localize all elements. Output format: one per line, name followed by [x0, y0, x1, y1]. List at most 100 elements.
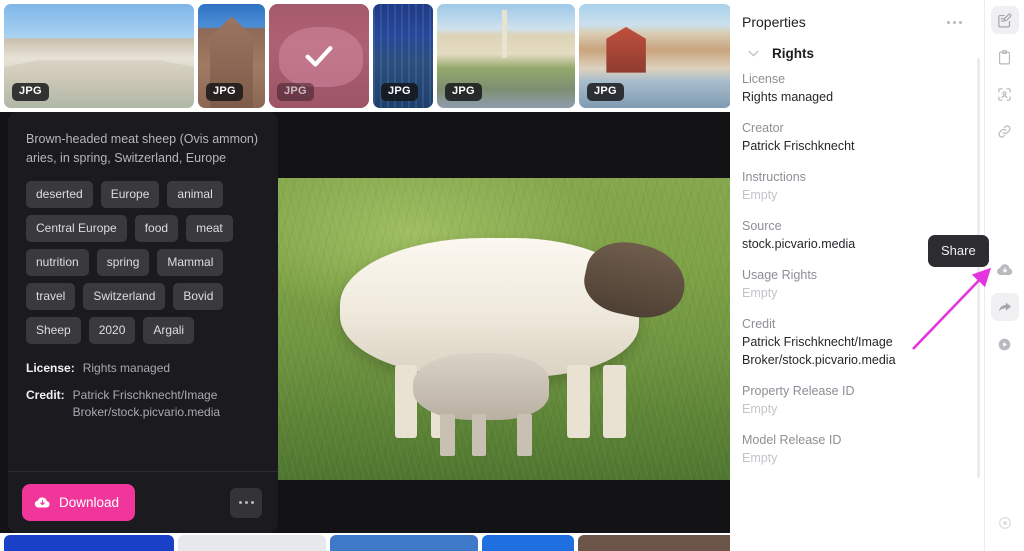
- thumbnail-square-fountain[interactable]: JPG: [4, 4, 194, 108]
- file-type-badge: JPG: [206, 83, 243, 101]
- property-field-value[interactable]: Patrick Frischknecht: [742, 137, 972, 155]
- keyword-tag[interactable]: Argali: [143, 317, 195, 344]
- asset-info-scroll: Brown-headed meat sheep (Ovis ammon) ari…: [8, 112, 278, 471]
- thumbnail-sheep-selected[interactable]: JPG: [269, 4, 369, 108]
- keyword-tag[interactable]: Switzerland: [83, 283, 166, 310]
- bottom-thumb-2[interactable]: [178, 535, 326, 551]
- property-field: Credit Patrick Frischknecht/Image Broker/…: [730, 315, 984, 369]
- ellipsis-icon: [959, 20, 962, 24]
- photo-lamb-leg: [471, 413, 487, 456]
- property-field: Instructions Empty: [730, 168, 984, 204]
- photo-lamb-leg: [440, 413, 455, 456]
- keyword-tag[interactable]: spring: [96, 249, 150, 276]
- property-field: Model Release ID Empty: [730, 431, 984, 467]
- properties-title: Properties: [742, 14, 806, 30]
- asset-info-panel: Brown-headed meat sheep (Ovis ammon) ari…: [8, 112, 278, 533]
- keyword-tag[interactable]: deserted: [26, 181, 93, 208]
- file-type-badge: JPG: [381, 83, 418, 101]
- cloud-download-icon: [996, 264, 1012, 275]
- bottom-thumb-5[interactable]: [578, 535, 730, 551]
- share-arrow-icon-button[interactable]: [990, 293, 1019, 321]
- photo-lamb-leg: [517, 413, 532, 456]
- property-field: Usage Rights Empty: [730, 266, 984, 302]
- share-arrow-icon: [998, 302, 1011, 312]
- ellipsis-icon: [244, 501, 248, 504]
- credit-row: Credit: Patrick Frischknecht/Image Broke…: [26, 387, 262, 421]
- property-field-value[interactable]: Empty: [742, 186, 972, 204]
- property-field-label: Source: [742, 219, 782, 233]
- bottom-thumb-4[interactable]: [482, 535, 574, 551]
- keyword-tag[interactable]: Mammal: [157, 249, 224, 276]
- thumbnail-strip[interactable]: JPG JPG JPG JPG JPG JPG: [0, 0, 731, 112]
- link-icon-button[interactable]: [991, 117, 1019, 145]
- chevron-down-icon[interactable]: [744, 44, 762, 62]
- edit-document-icon: [998, 13, 1012, 27]
- right-icon-rail: [984, 0, 1024, 551]
- ellipsis-icon: [947, 20, 950, 24]
- link-icon: [998, 124, 1011, 138]
- properties-section-title: Rights: [772, 45, 814, 61]
- license-label: License:: [26, 361, 75, 375]
- property-field-value[interactable]: Empty: [742, 400, 972, 418]
- asset-more-actions-button[interactable]: [230, 487, 262, 518]
- property-field-value[interactable]: Empty: [742, 284, 972, 302]
- check-icon: [305, 46, 333, 67]
- main-photo: [277, 178, 730, 480]
- edit-document-icon-button[interactable]: [990, 6, 1019, 34]
- license-row: License: Rights managed: [26, 360, 262, 377]
- keyword-tag-list[interactable]: deserted Europe animal Central Europe food me…: [26, 181, 262, 344]
- keyword-tag[interactable]: travel: [26, 283, 76, 310]
- property-field-value[interactable]: Rights managed: [742, 88, 972, 106]
- ellipsis-icon: [238, 501, 242, 504]
- keyword-tag[interactable]: nutrition: [26, 249, 89, 276]
- properties-field-list: License Rights managed Creator Patrick Fris…: [730, 70, 984, 467]
- clipboard-icon: [998, 49, 1011, 64]
- download-button-label: Download: [59, 495, 120, 510]
- property-field-label: Model Release ID: [742, 433, 842, 447]
- keyword-tag[interactable]: Bovid: [173, 283, 224, 310]
- clipboard-icon-button[interactable]: [991, 43, 1019, 71]
- license-value: Rights managed: [82, 361, 171, 375]
- credit-label: Credit:: [26, 388, 65, 402]
- keyword-tag[interactable]: animal: [167, 181, 223, 208]
- keyword-tag[interactable]: Central Europe: [26, 215, 127, 242]
- thumbnail-plaza-column[interactable]: JPG: [437, 4, 575, 108]
- property-field-label: Creator: [742, 121, 784, 135]
- bottom-thumbnail-strip[interactable]: [0, 535, 730, 551]
- record-circle-icon: [998, 517, 1011, 529]
- keyword-tag[interactable]: 2020: [88, 317, 136, 344]
- property-field-label: Usage Rights: [742, 268, 818, 282]
- properties-header: Properties: [730, 0, 984, 34]
- keyword-tag[interactable]: meat: [186, 215, 233, 242]
- thumbnail-cathedral[interactable]: JPG: [198, 4, 265, 108]
- download-button[interactable]: Download: [22, 484, 136, 521]
- properties-more-button[interactable]: [943, 17, 966, 28]
- photo-ewe-leg: [603, 365, 626, 438]
- face-detect-icon-button[interactable]: [991, 80, 1019, 108]
- keyword-tag[interactable]: food: [134, 215, 179, 242]
- bottom-thumb-3[interactable]: [330, 535, 478, 551]
- property-field-value[interactable]: Patrick Frischknecht/Image Broker/stock.…: [742, 333, 972, 369]
- face-detect-icon: [998, 87, 1011, 101]
- properties-panel: Properties Rights License Rights managed C…: [730, 0, 984, 551]
- properties-scrollbar[interactable]: [977, 58, 980, 478]
- property-field-label: Credit: [742, 317, 776, 331]
- keyword-tag[interactable]: Sheep: [26, 317, 81, 344]
- keyword-tag[interactable]: Europe: [100, 181, 160, 208]
- properties-section-rights[interactable]: Rights: [730, 34, 984, 70]
- file-type-badge: JPG: [587, 83, 624, 101]
- asset-caption: Brown-headed meat sheep (Ovis ammon) ari…: [26, 132, 259, 165]
- play-circle-icon: [998, 338, 1011, 350]
- thumbnail-riverfront[interactable]: JPG: [579, 4, 731, 108]
- credit-value: Patrick Frischknecht/Image Broker/stock.…: [72, 388, 221, 419]
- record-circle-icon-button[interactable]: [991, 509, 1019, 537]
- bottom-thumb-1[interactable]: [4, 535, 174, 551]
- app-root: JPG JPG JPG JPG JPG JPG Brown-headed meat she…: [0, 0, 1024, 551]
- property-field-value[interactable]: Empty: [742, 449, 972, 467]
- file-type-badge: JPG: [12, 83, 49, 101]
- ellipsis-icon: [953, 20, 956, 24]
- cloud-download-icon-button[interactable]: [991, 256, 1019, 284]
- property-field-label: License: [742, 72, 786, 86]
- play-circle-icon-button[interactable]: [991, 330, 1019, 358]
- thumbnail-city-night[interactable]: JPG: [373, 4, 433, 108]
